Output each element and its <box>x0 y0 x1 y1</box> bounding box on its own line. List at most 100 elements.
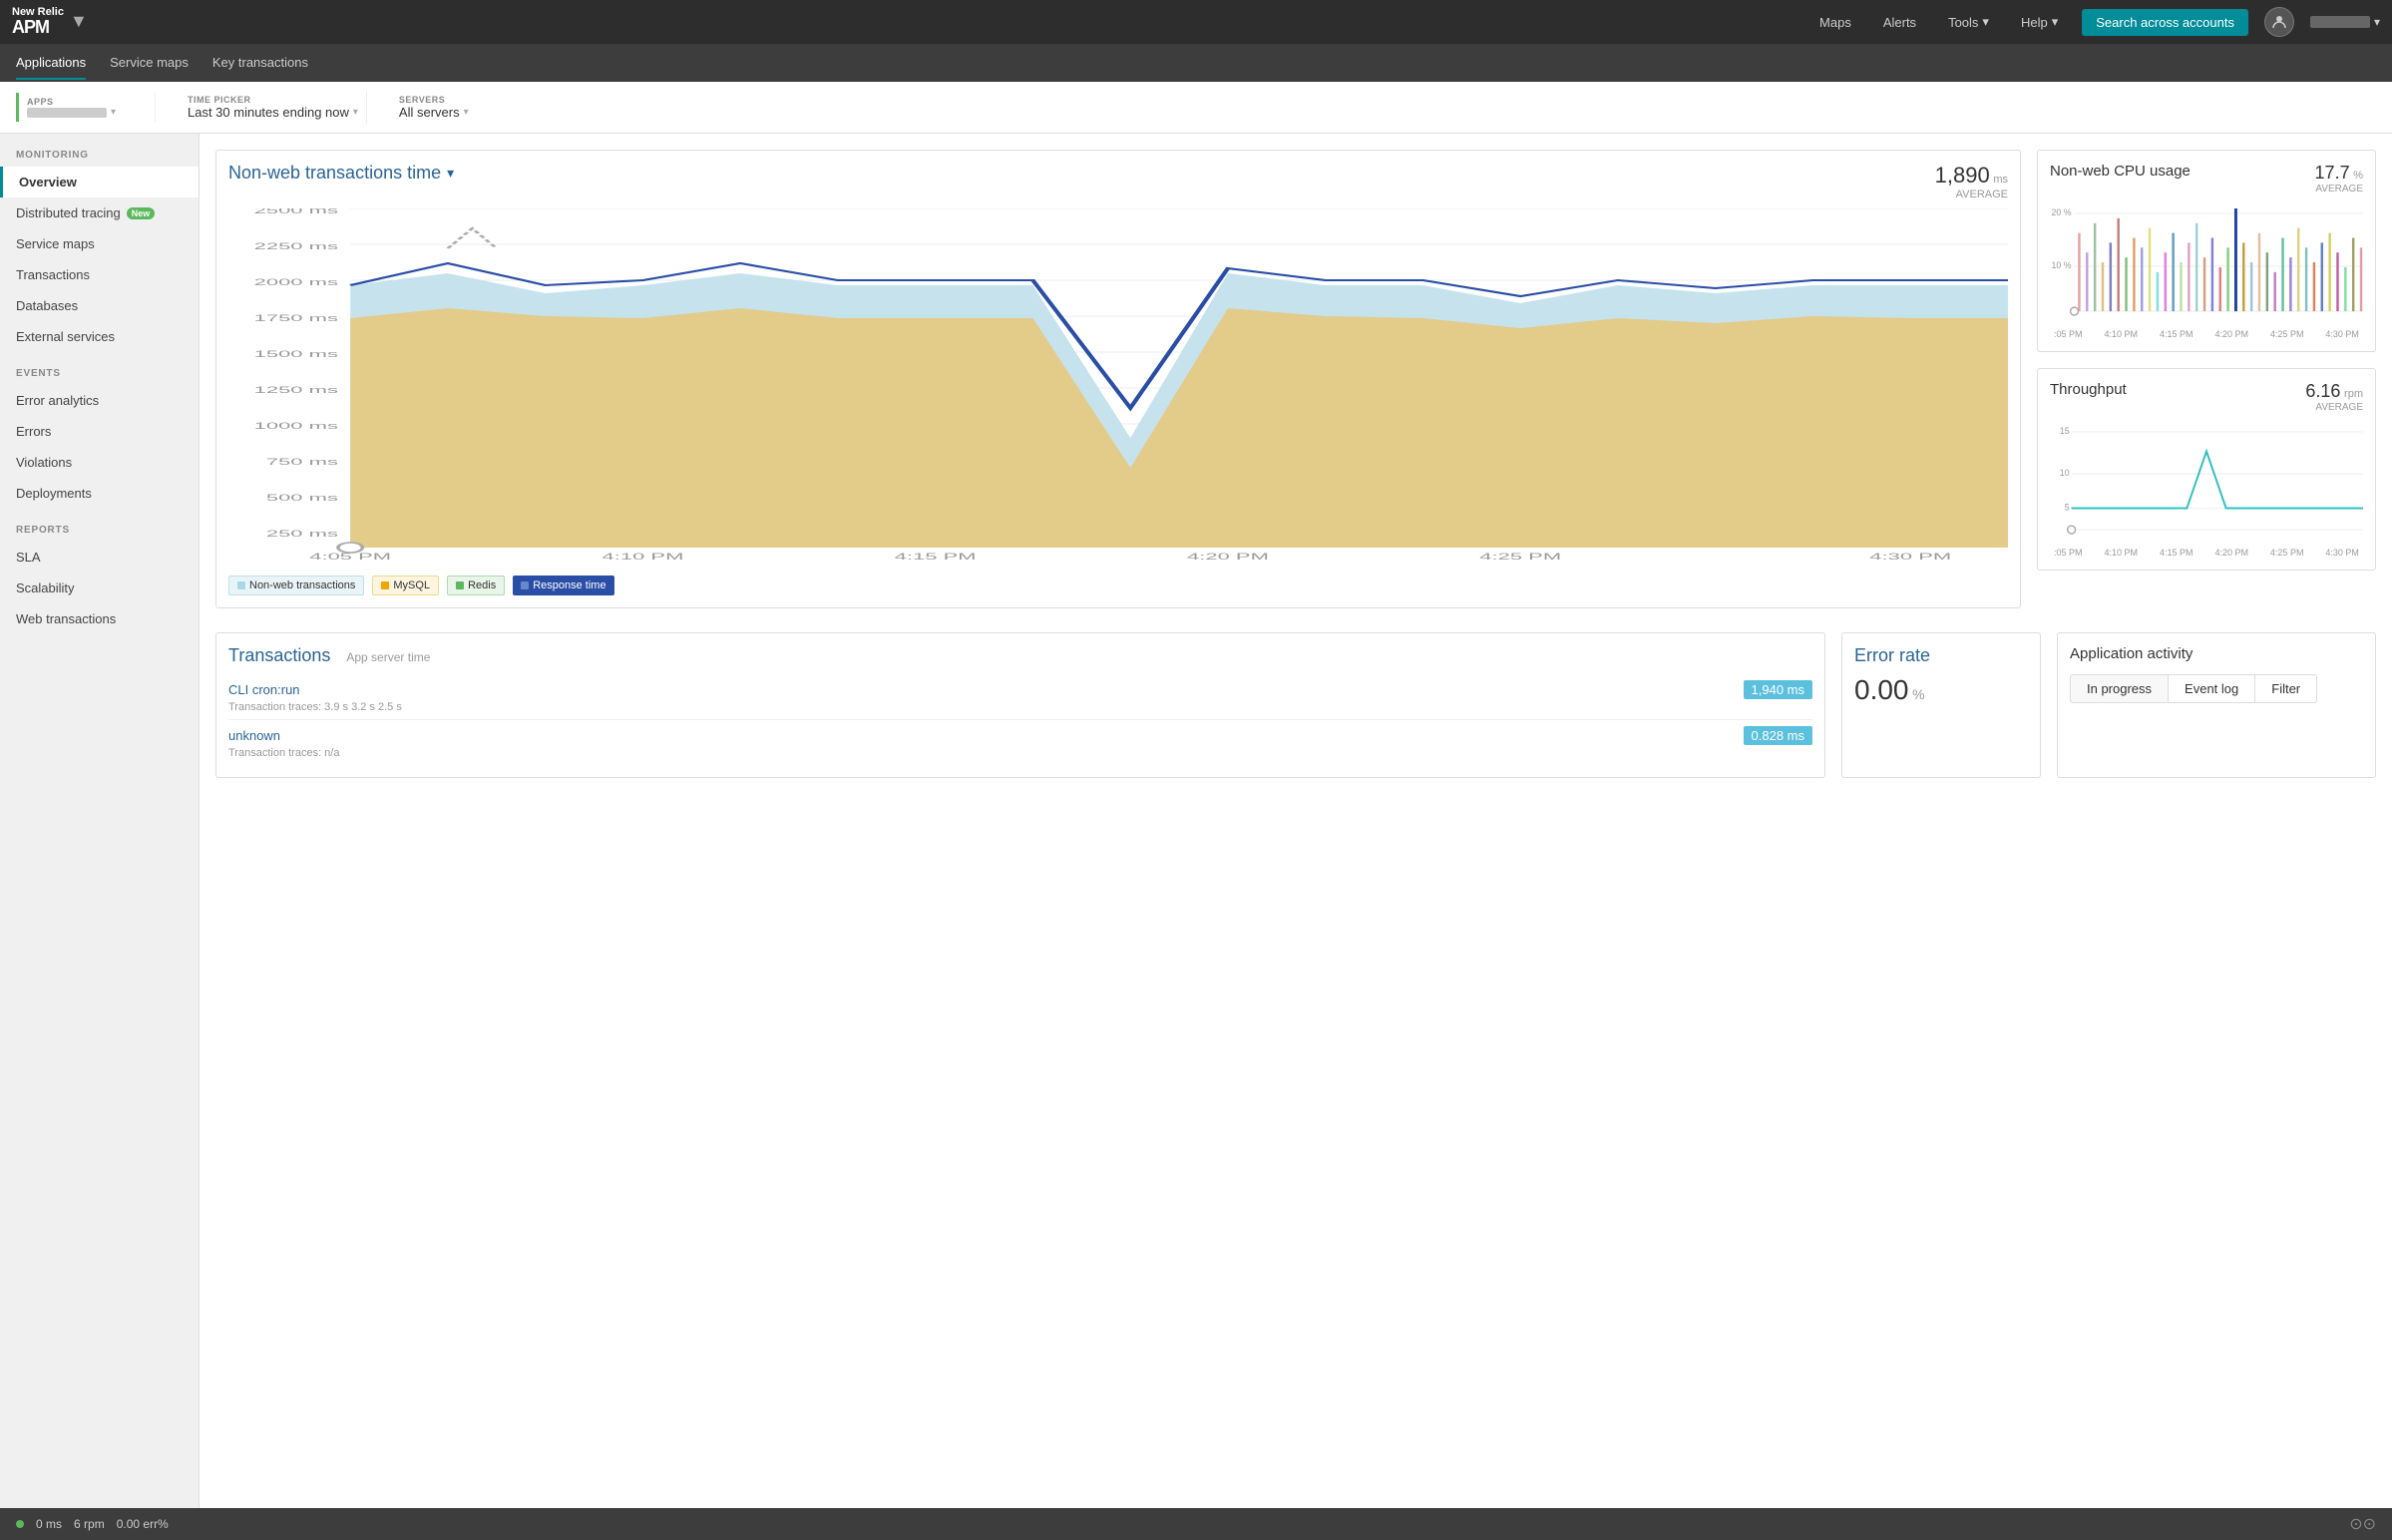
error-rate-value-container: 0.00 % <box>1854 674 2028 706</box>
transaction-time: 1,940 ms <box>1744 680 1812 699</box>
sidebar-item-violations[interactable]: Violations <box>0 447 199 478</box>
sidebar-item-service-maps[interactable]: Service maps <box>0 228 199 259</box>
monitoring-section-label: MONITORING <box>0 134 199 167</box>
svg-text:4:10 PM: 4:10 PM <box>602 552 684 562</box>
top-nav: New RelicAPM ▼ Maps Alerts Tools ▾ Help … <box>0 0 2392 44</box>
transaction-main-row: unknown 0.828 ms <box>228 726 1812 745</box>
svg-text:4:30 PM: 4:30 PM <box>1869 552 1951 562</box>
time-picker-filter[interactable]: TIME PICKER Last 30 minutes ending now ▾ <box>180 91 367 124</box>
subnav-key-transactions-link[interactable]: Key transactions <box>212 47 308 80</box>
logo[interactable]: New RelicAPM ▼ <box>12 6 132 38</box>
transaction-time: 0.828 ms <box>1744 726 1812 745</box>
tools-nav-button[interactable]: Tools ▾ <box>1940 14 1997 30</box>
svg-text:4:25 PM: 4:25 PM <box>1479 552 1561 562</box>
transaction-name[interactable]: CLI cron:run <box>228 682 300 697</box>
svg-text:5: 5 <box>2065 502 2070 512</box>
error-rate-panel: Error rate 0.00 % <box>1841 632 2041 778</box>
cpu-chart-x-labels: :05 PM 4:10 PM 4:15 PM 4:20 PM 4:25 PM 4… <box>2050 329 2363 339</box>
filter-bar: APPS ▾ TIME PICKER Last 30 minutes endin… <box>0 82 2392 134</box>
svg-text:20 %: 20 % <box>2051 207 2071 217</box>
status-circles-icon: ⊙⊙ <box>2349 1514 2376 1534</box>
alerts-nav-link[interactable]: Alerts <box>1875 15 1924 30</box>
cpu-chart-svg: 20 % 10 % <box>2050 202 2363 322</box>
throughput-chart-x-labels: :05 PM 4:10 PM 4:15 PM 4:20 PM 4:25 PM 4… <box>2050 548 2363 558</box>
svg-text:2000 ms: 2000 ms <box>254 277 338 287</box>
time-picker-arrow-icon: ▾ <box>353 107 358 118</box>
cpu-chart-avg: 17.7 % AVERAGE <box>2315 163 2363 194</box>
subnav-applications-link[interactable]: Applications <box>16 47 86 80</box>
status-bar: 0 ms 6 rpm 0.00 err% ⊙⊙ <box>0 1508 2392 1540</box>
svg-text:1000 ms: 1000 ms <box>254 421 338 431</box>
sub-nav: Applications Service maps Key transactio… <box>0 44 2392 82</box>
sidebar-item-distributed-tracing[interactable]: Distributed tracing New <box>0 197 199 228</box>
sidebar-item-transactions[interactable]: Transactions <box>0 259 199 290</box>
transactions-title[interactable]: Transactions <box>228 645 330 666</box>
error-rate-value: 0.00 <box>1854 674 1909 705</box>
cpu-chart-svg-container[interactable]: 20 % 10 % <box>2050 202 2363 339</box>
servers-filter[interactable]: SERVERS All servers ▾ <box>391 91 531 124</box>
user-icon-button[interactable] <box>2264 7 2294 37</box>
sidebar: MONITORING Overview Distributed tracing … <box>0 134 199 1540</box>
logo-dropdown-icon[interactable]: ▼ <box>70 11 88 32</box>
right-charts: Non-web CPU usage 17.7 % AVERAGE 20 % 10… <box>2037 150 2376 608</box>
main-chart-header: Non-web transactions time ▾ 1,890 ms AVE… <box>228 163 2008 200</box>
throughput-chart-container: Throughput 6.16 rpm AVERAGE 15 10 5 <box>2037 368 2376 571</box>
transactions-subtitle: App server time <box>346 650 430 664</box>
apps-filter-label: APPS <box>27 97 147 107</box>
apps-filter[interactable]: APPS ▾ <box>16 93 156 122</box>
transactions-panel: Transactions App server time CLI cron:ru… <box>215 632 1825 778</box>
bottom-section: Transactions App server time CLI cron:ru… <box>215 632 2376 778</box>
search-across-accounts-button[interactable]: Search across accounts <box>2082 9 2248 36</box>
throughput-chart-svg: 15 10 5 <box>2050 421 2363 541</box>
main-chart-title[interactable]: Non-web transactions time ▾ <box>228 163 454 184</box>
transactions-header: Transactions App server time <box>228 645 1812 666</box>
svg-text:1750 ms: 1750 ms <box>254 313 338 323</box>
subnav-service-maps-link[interactable]: Service maps <box>110 47 189 80</box>
sidebar-item-error-analytics[interactable]: Error analytics <box>0 385 199 416</box>
tools-chevron-icon: ▾ <box>1982 14 1989 30</box>
throughput-chart-svg-container[interactable]: 15 10 5 <box>2050 421 2363 558</box>
error-rate-unit: % <box>1912 686 1924 702</box>
new-badge: New <box>127 207 156 219</box>
sidebar-item-web-transactions[interactable]: Web transactions <box>0 603 199 634</box>
apps-filter-value: ▾ <box>27 107 147 118</box>
throughput-chart-avg: 6.16 rpm AVERAGE <box>2305 381 2363 413</box>
main-chart-svg: 2500 ms 2250 ms 2000 ms 1750 ms 1500 ms … <box>228 208 2008 568</box>
error-rate-title[interactable]: Error rate <box>1854 645 2028 666</box>
svg-text:250 ms: 250 ms <box>266 529 338 539</box>
account-selector[interactable]: ▾ <box>2310 15 2380 29</box>
filter-button[interactable]: Filter <box>2255 674 2317 703</box>
sidebar-item-deployments[interactable]: Deployments <box>0 478 199 509</box>
legend-mysql[interactable]: MySQL <box>372 576 439 595</box>
help-nav-button[interactable]: Help ▾ <box>2013 14 2066 30</box>
svg-text:4:20 PM: 4:20 PM <box>1187 552 1269 562</box>
legend-redis[interactable]: Redis <box>447 576 505 595</box>
help-chevron-icon: ▾ <box>2052 14 2059 30</box>
transaction-name[interactable]: unknown <box>228 728 280 743</box>
activity-title: Application activity <box>2070 645 2363 662</box>
chart-title-chevron-icon: ▾ <box>447 165 454 182</box>
sidebar-item-errors[interactable]: Errors <box>0 416 199 447</box>
reports-section-label: REPORTS <box>0 509 199 542</box>
svg-text:1250 ms: 1250 ms <box>254 385 338 395</box>
event-log-button[interactable]: Event log <box>2169 674 2255 703</box>
in-progress-button[interactable]: In progress <box>2070 674 2169 703</box>
sidebar-item-external-services[interactable]: External services <box>0 321 199 352</box>
sidebar-item-databases[interactable]: Databases <box>0 290 199 321</box>
cpu-chart-header: Non-web CPU usage 17.7 % AVERAGE <box>2050 163 2363 194</box>
throughput-chart-title: Throughput <box>2050 381 2127 398</box>
apps-filter-arrow-icon: ▾ <box>111 107 116 118</box>
table-row: unknown 0.828 ms Transaction traces: n/a <box>228 720 1812 765</box>
main-chart-svg-container[interactable]: 2500 ms 2250 ms 2000 ms 1750 ms 1500 ms … <box>228 208 2008 568</box>
sidebar-item-overview[interactable]: Overview <box>0 167 199 197</box>
sidebar-item-sla[interactable]: SLA <box>0 542 199 573</box>
svg-text:1500 ms: 1500 ms <box>254 349 338 359</box>
legend-response-time[interactable]: Response time <box>513 576 613 595</box>
maps-nav-link[interactable]: Maps <box>1811 15 1859 30</box>
activity-panel: Application activity In progress Event l… <box>2057 632 2376 778</box>
legend-non-web[interactable]: Non-web transactions <box>228 576 364 595</box>
svg-text:15: 15 <box>2060 426 2070 436</box>
main-chart-container: Non-web transactions time ▾ 1,890 ms AVE… <box>215 150 2021 608</box>
transaction-traces: Transaction traces: 3.9 s 3.2 s 2.5 s <box>228 701 1812 713</box>
sidebar-item-scalability[interactable]: Scalability <box>0 573 199 603</box>
